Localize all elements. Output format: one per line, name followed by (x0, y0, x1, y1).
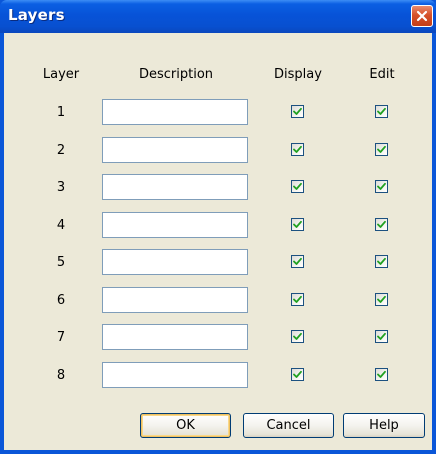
description-input[interactable] (102, 286, 248, 313)
layer-column-header: Layer (42, 67, 80, 82)
check-icon (377, 220, 386, 229)
layer-row: 2 (4, 136, 432, 167)
description-input[interactable] (102, 324, 248, 350)
check-icon (377, 257, 386, 266)
check-icon (377, 182, 386, 191)
edit-checkbox[interactable] (375, 367, 388, 381)
check-icon (293, 145, 302, 154)
layer-number: 7 (56, 330, 66, 345)
check-icon (377, 332, 386, 341)
check-icon (377, 370, 386, 379)
description-input[interactable] (102, 99, 248, 125)
layer-row: 3 (4, 174, 432, 204)
display-checkbox[interactable] (291, 367, 304, 381)
layer-number: 5 (56, 255, 66, 270)
display-checkbox[interactable] (291, 292, 304, 306)
edit-checkbox[interactable] (375, 292, 388, 306)
layer-row: 1 (4, 99, 432, 129)
check-icon (293, 182, 302, 191)
display-checkbox[interactable] (291, 255, 304, 268)
display-checkbox[interactable] (291, 180, 304, 193)
check-icon (293, 295, 302, 304)
layer-number: 4 (56, 217, 66, 233)
check-icon (293, 370, 302, 379)
layer-number: 2 (56, 142, 66, 158)
layer-row: 6 (4, 286, 432, 317)
ok-button[interactable]: OK (140, 413, 231, 438)
edit-checkbox[interactable] (375, 180, 388, 193)
close-button[interactable] (411, 5, 433, 27)
edit-checkbox[interactable] (375, 142, 388, 156)
cancel-button[interactable]: Cancel (243, 413, 334, 438)
help-button[interactable]: Help (343, 413, 425, 438)
window-title: Layers (8, 6, 65, 24)
title-bar[interactable]: Layers (0, 0, 436, 33)
layer-number: 1 (56, 105, 66, 120)
check-icon (293, 107, 302, 116)
description-input[interactable] (102, 136, 248, 163)
edit-checkbox[interactable] (375, 105, 388, 118)
display-checkbox[interactable] (291, 105, 304, 118)
layer-row: 4 (4, 211, 432, 242)
layer-number: 3 (56, 180, 66, 195)
layer-row: 7 (4, 324, 432, 354)
check-icon (293, 332, 302, 341)
edit-checkbox[interactable] (375, 255, 388, 268)
description-input[interactable] (102, 249, 248, 275)
layer-row: 8 (4, 361, 432, 392)
description-input[interactable] (102, 174, 248, 200)
display-column-header: Display (274, 67, 322, 82)
layer-number: 6 (56, 292, 66, 308)
description-input[interactable] (102, 361, 248, 388)
edit-checkbox[interactable] (375, 217, 388, 231)
check-icon (377, 145, 386, 154)
check-icon (377, 107, 386, 116)
layer-number: 8 (56, 367, 66, 383)
display-checkbox[interactable] (291, 142, 304, 156)
check-icon (293, 257, 302, 266)
dialog-body: Layer Description Display Edit 12345678 … (4, 33, 432, 450)
description-input[interactable] (102, 211, 248, 238)
description-column-header: Description (138, 67, 214, 82)
close-icon (416, 10, 428, 22)
check-icon (377, 295, 386, 304)
layer-row: 5 (4, 249, 432, 279)
display-checkbox[interactable] (291, 330, 304, 343)
layers-dialog: Layers Layer Description Display Edit 1 2… (0, 0, 436, 454)
edit-column-header: Edit (369, 67, 395, 82)
check-icon (293, 220, 302, 229)
display-checkbox[interactable] (291, 217, 304, 231)
edit-checkbox[interactable] (375, 330, 388, 343)
